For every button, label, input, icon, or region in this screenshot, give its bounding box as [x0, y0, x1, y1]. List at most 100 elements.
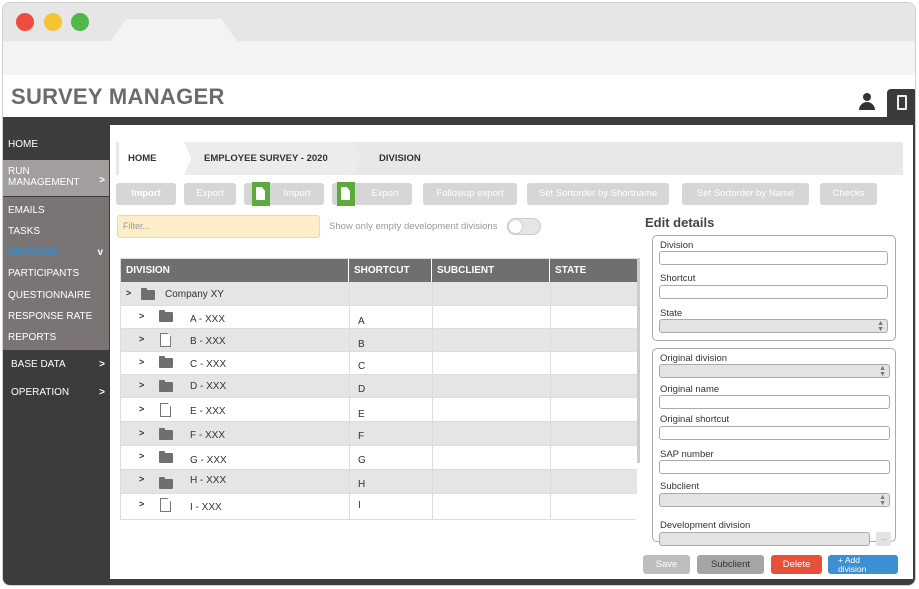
close-window-button[interactable] [16, 13, 34, 31]
division-name: I - XXX [190, 502, 222, 513]
folder-open-icon [141, 288, 155, 300]
filter-input[interactable]: Filter... [117, 215, 320, 238]
column-subclient[interactable]: SUBCLIENT [432, 259, 550, 282]
app-header: SURVEY MANAGER [3, 75, 915, 117]
title-bar [3, 3, 915, 41]
table-row[interactable]: > C - XXX C [121, 352, 637, 375]
division-name: Company XY [165, 289, 224, 300]
sidebar-item-operation[interactable]: OPERATION > [3, 385, 109, 401]
export-button[interactable]: Export [184, 183, 236, 205]
column-shortcut[interactable]: SHORTCUT [349, 259, 432, 282]
table-row[interactable]: > I - XXX I [121, 494, 637, 519]
subclient-select[interactable]: ▲ ▼ [659, 493, 890, 507]
sidebar-item-run-management[interactable]: RUN MANAGEMENT > [3, 160, 109, 196]
original-name-label: Original name [660, 384, 720, 395]
table-row[interactable]: > F - XXX F [121, 422, 637, 446]
state-label: State [660, 308, 683, 319]
original-shortcut-input[interactable] [659, 426, 890, 440]
sidebar-item-reports[interactable]: REPORTS [3, 330, 109, 346]
expand-arrow[interactable]: > [139, 357, 144, 367]
breadcrumb-employee-survey[interactable]: EMPLOYEE SURVEY - 2020 [184, 142, 362, 175]
expand-arrow[interactable]: > [126, 288, 131, 298]
division-shortcut: A [358, 316, 365, 327]
column-divider [349, 282, 350, 519]
sortorder-shortname-button[interactable]: Set Sortorder by Shortname [527, 183, 669, 205]
table-row[interactable]: > H - XXX H [121, 470, 637, 494]
maximize-window-button[interactable] [71, 13, 89, 31]
sidebar: HOME RUN MANAGEMENT > EMAILS TASKS DIVIS… [3, 125, 109, 585]
document-icon [160, 333, 171, 347]
table-row[interactable]: > E - XXX E [121, 398, 637, 422]
device-toggle[interactable] [887, 89, 915, 117]
address-bar [3, 41, 915, 75]
breadcrumb-division: DIVISION [379, 153, 421, 164]
edit-group-basic: Division Shortcut State ▲ ▼ [652, 235, 896, 341]
minimize-window-button[interactable] [44, 13, 62, 31]
save-button[interactable]: Save [643, 555, 690, 574]
add-division-label-2: division [838, 564, 867, 574]
checks-button[interactable]: Checks [820, 183, 877, 205]
chevron-down-icon: v [97, 247, 103, 258]
division-shortcut: F [358, 431, 365, 442]
sidebar-item-base-data[interactable]: BASE DATA > [3, 357, 109, 373]
chevron-right-icon: > [99, 175, 105, 186]
sap-number-input[interactable] [659, 460, 890, 474]
division-name: E - XXX [190, 406, 226, 417]
division-shortcut: I [358, 500, 361, 511]
column-division[interactable]: DIVISION [121, 259, 349, 282]
user-icon[interactable] [858, 93, 876, 111]
followup-export-button[interactable]: Followup export [423, 183, 517, 205]
expand-arrow[interactable]: > [139, 451, 144, 461]
subclient-button[interactable]: Subclient [697, 555, 764, 574]
delete-button[interactable]: Delete [771, 555, 822, 574]
original-name-input[interactable] [659, 395, 890, 409]
division-name: G - XXX [190, 455, 227, 466]
original-division-label: Original division [660, 353, 728, 364]
sidebar-item-response-rate[interactable]: RESPONSE RATE [3, 309, 109, 325]
table-row[interactable]: > D - XXX D [121, 375, 637, 398]
table-scrollbar[interactable] [637, 258, 640, 463]
table-row[interactable]: > B - XXX B [121, 329, 637, 352]
folder-icon [159, 477, 173, 489]
original-division-select[interactable]: ▲ ▼ [659, 364, 890, 378]
expand-arrow[interactable]: > [139, 474, 144, 484]
division-name: C - XXX [190, 359, 227, 370]
expand-arrow[interactable]: > [139, 404, 144, 414]
state-select[interactable]: ▲ ▼ [659, 319, 888, 333]
sidebar-item-emails[interactable]: EMAILS [3, 203, 109, 219]
import-button[interactable]: Import [116, 183, 176, 205]
expand-arrow[interactable]: > [139, 311, 144, 321]
expand-arrow[interactable]: > [139, 499, 144, 509]
sidebar-item-participants[interactable]: PARTICIPANTS [3, 266, 109, 282]
document-icon [160, 403, 171, 417]
table-row[interactable]: > A - XXX A [121, 306, 637, 329]
shortcut-input[interactable] [659, 285, 888, 299]
division-name: D - XXX [190, 381, 227, 392]
browser-window: SURVEY MANAGER HOME RUN MANAGEMENT > EMA… [2, 2, 916, 586]
sap-number-label: SAP number [660, 449, 714, 460]
expand-arrow[interactable]: > [139, 428, 144, 438]
column-divider [432, 282, 433, 519]
table-row-root[interactable]: > Company XY [121, 282, 637, 306]
column-state[interactable]: STATE [550, 259, 637, 282]
empty-divisions-toggle[interactable] [507, 218, 541, 235]
division-label: Division [660, 240, 694, 251]
browser-tab[interactable] [111, 19, 237, 41]
sidebar-item-divisions[interactable]: DIVISIONS v [3, 245, 109, 261]
sidebar-item-questionnaire[interactable]: QUESTIONNAIRE [3, 288, 109, 304]
development-division-picker-button[interactable]: ... [876, 532, 891, 546]
sidebar-item-tasks[interactable]: TASKS [3, 224, 109, 240]
expand-arrow[interactable]: > [139, 334, 144, 344]
table-row[interactable]: > G - XXX G [121, 446, 637, 470]
expand-arrow[interactable]: > [139, 380, 144, 390]
division-shortcut: G [358, 455, 366, 466]
folder-icon [159, 310, 173, 322]
original-shortcut-label: Original shortcut [660, 414, 730, 425]
sortorder-name-button[interactable]: Set Sortorder by Name [682, 183, 809, 205]
sidebar-item-home[interactable]: HOME [3, 135, 109, 155]
edit-group-original: Original division ▲ ▼ Original name Origi… [652, 348, 896, 542]
development-division-select[interactable] [659, 532, 870, 546]
division-input[interactable] [659, 251, 888, 265]
division-shortcut: H [358, 479, 366, 490]
add-division-button[interactable]: + Add division [828, 555, 898, 574]
